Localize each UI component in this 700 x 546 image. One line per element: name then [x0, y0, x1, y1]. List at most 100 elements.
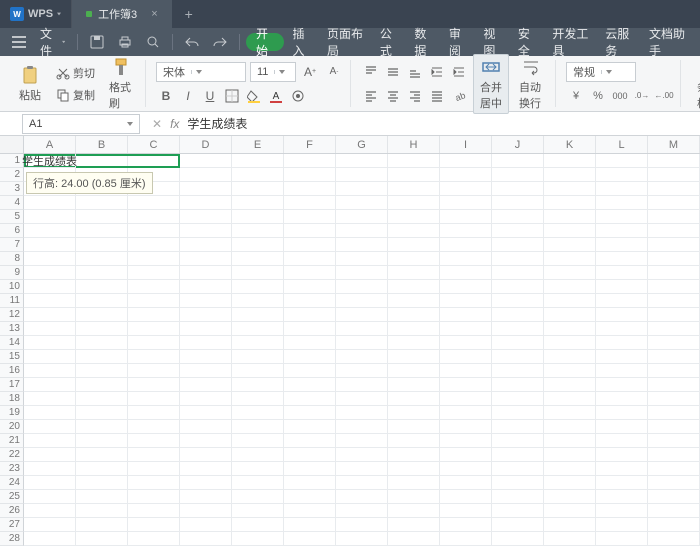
- cell[interactable]: [440, 294, 492, 308]
- row-header[interactable]: 24: [0, 476, 24, 490]
- cell[interactable]: [24, 266, 76, 280]
- cell[interactable]: [544, 280, 596, 294]
- cell[interactable]: [544, 210, 596, 224]
- cell[interactable]: [596, 308, 648, 322]
- row-header[interactable]: 11: [0, 294, 24, 308]
- cell[interactable]: [596, 294, 648, 308]
- decrease-decimal-icon[interactable]: .0→: [632, 86, 652, 106]
- cell[interactable]: [648, 364, 700, 378]
- cell[interactable]: [596, 518, 648, 532]
- cell[interactable]: [336, 392, 388, 406]
- cell[interactable]: [24, 378, 76, 392]
- cell[interactable]: [284, 182, 336, 196]
- cell[interactable]: [492, 294, 544, 308]
- cell[interactable]: [596, 462, 648, 476]
- cell[interactable]: [596, 406, 648, 420]
- cell[interactable]: [128, 196, 180, 210]
- cell[interactable]: [180, 448, 232, 462]
- cell[interactable]: [128, 476, 180, 490]
- comma-icon[interactable]: 000: [610, 86, 630, 106]
- cell[interactable]: [180, 336, 232, 350]
- cell[interactable]: [648, 406, 700, 420]
- cell[interactable]: [284, 476, 336, 490]
- cell[interactable]: [388, 182, 440, 196]
- cell[interactable]: [284, 280, 336, 294]
- cell[interactable]: [440, 266, 492, 280]
- cut-button[interactable]: 剪切: [52, 63, 99, 83]
- cell[interactable]: [648, 518, 700, 532]
- cell[interactable]: [596, 420, 648, 434]
- cell[interactable]: [544, 476, 596, 490]
- cell[interactable]: [388, 462, 440, 476]
- ribbon-tab-2[interactable]: 页面布局: [319, 28, 372, 56]
- cell[interactable]: [596, 350, 648, 364]
- cell[interactable]: [440, 406, 492, 420]
- cell[interactable]: [128, 322, 180, 336]
- cell[interactable]: [232, 252, 284, 266]
- cell[interactable]: [492, 406, 544, 420]
- cell[interactable]: [388, 336, 440, 350]
- conditional-format-button[interactable]: 条件格式: [691, 55, 700, 113]
- cell[interactable]: [440, 462, 492, 476]
- cell[interactable]: [492, 532, 544, 546]
- align-left-icon[interactable]: [361, 86, 381, 106]
- cell[interactable]: [76, 238, 128, 252]
- cell[interactable]: [440, 490, 492, 504]
- cell[interactable]: [492, 210, 544, 224]
- cell[interactable]: [648, 182, 700, 196]
- row-header[interactable]: 25: [0, 490, 24, 504]
- hamburger-menu[interactable]: [6, 28, 32, 56]
- align-right-icon[interactable]: [405, 86, 425, 106]
- cell[interactable]: [388, 308, 440, 322]
- cell[interactable]: [388, 406, 440, 420]
- merge-center-button[interactable]: 合并居中: [473, 54, 509, 114]
- cell[interactable]: [388, 448, 440, 462]
- close-tab-button[interactable]: ×: [151, 8, 157, 20]
- effects-button[interactable]: [288, 86, 308, 106]
- row-header[interactable]: 6: [0, 224, 24, 238]
- cell[interactable]: [388, 434, 440, 448]
- row-header[interactable]: 20: [0, 420, 24, 434]
- cell[interactable]: [24, 336, 76, 350]
- cell[interactable]: [284, 532, 336, 546]
- cell[interactable]: [544, 294, 596, 308]
- cell[interactable]: [492, 378, 544, 392]
- save-icon[interactable]: [84, 28, 110, 56]
- row-header[interactable]: 14: [0, 336, 24, 350]
- cell[interactable]: [544, 196, 596, 210]
- cell[interactable]: [24, 476, 76, 490]
- cell[interactable]: [284, 378, 336, 392]
- row-header[interactable]: 18: [0, 392, 24, 406]
- cell[interactable]: [24, 364, 76, 378]
- cell[interactable]: [336, 532, 388, 546]
- cell[interactable]: [440, 504, 492, 518]
- cell[interactable]: [596, 322, 648, 336]
- font-name-combo[interactable]: 宋体: [156, 62, 246, 82]
- cell[interactable]: [180, 266, 232, 280]
- cell[interactable]: [440, 308, 492, 322]
- row-header[interactable]: 10: [0, 280, 24, 294]
- row-header[interactable]: 7: [0, 238, 24, 252]
- cell[interactable]: [284, 322, 336, 336]
- cell[interactable]: [128, 308, 180, 322]
- cell[interactable]: [388, 294, 440, 308]
- row-header[interactable]: 17: [0, 378, 24, 392]
- cell[interactable]: [596, 504, 648, 518]
- redo-icon[interactable]: [207, 28, 233, 56]
- cell[interactable]: [336, 224, 388, 238]
- cell[interactable]: [440, 182, 492, 196]
- cell[interactable]: [232, 518, 284, 532]
- cell[interactable]: [128, 350, 180, 364]
- cell[interactable]: [284, 406, 336, 420]
- cell[interactable]: [76, 476, 128, 490]
- cell[interactable]: [544, 434, 596, 448]
- cell[interactable]: [232, 210, 284, 224]
- cell[interactable]: [544, 420, 596, 434]
- row-header[interactable]: 15: [0, 350, 24, 364]
- row-header[interactable]: 1: [0, 154, 24, 168]
- cell[interactable]: [24, 350, 76, 364]
- cell[interactable]: [648, 434, 700, 448]
- row-header[interactable]: 2: [0, 168, 24, 182]
- ribbon-tab-10[interactable]: 文档助手: [641, 28, 694, 56]
- cell[interactable]: [648, 504, 700, 518]
